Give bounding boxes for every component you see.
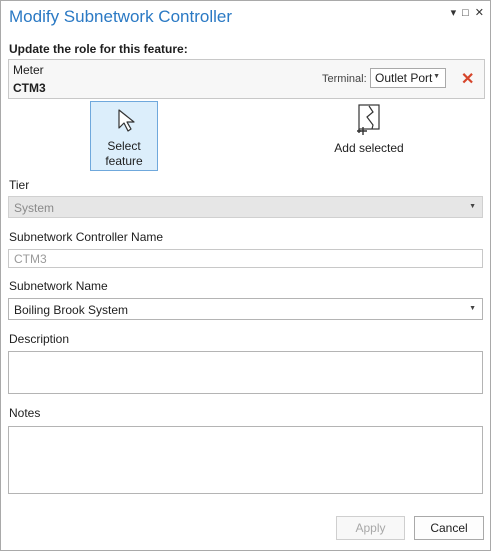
- feature-type: Meter: [13, 63, 44, 77]
- cursor-arrow-icon: [118, 109, 135, 132]
- remove-feature-button[interactable]: ✕: [461, 69, 474, 89]
- subnetwork-name-label: Subnetwork Name: [9, 279, 108, 293]
- terminal-label: Terminal:: [322, 73, 367, 85]
- controller-name-value: CTM3: [14, 252, 47, 266]
- cancel-button[interactable]: Cancel: [414, 516, 484, 540]
- chevron-down-icon: ▼: [469, 203, 476, 210]
- select-feature-label: Select feature: [105, 139, 143, 168]
- chevron-down-icon: ▼: [469, 305, 476, 312]
- select-feature-button[interactable]: Select feature: [90, 101, 158, 171]
- terminal-dropdown[interactable]: Outlet Port ▼: [370, 68, 446, 88]
- tier-label: Tier: [9, 178, 30, 192]
- description-input[interactable]: [8, 351, 483, 394]
- add-selected-label: Add selected: [334, 141, 404, 155]
- subnetwork-name-dropdown[interactable]: Boiling Brook System ▼: [8, 298, 483, 320]
- pane-title: Modify Subnetwork Controller: [9, 7, 232, 26]
- controller-name-field: CTM3: [8, 249, 483, 268]
- terminal-value: Outlet Port: [375, 71, 433, 85]
- window-controls: ▾ □ ✕: [451, 7, 484, 19]
- add-selected-icon: [357, 104, 380, 135]
- notes-label: Notes: [9, 406, 41, 420]
- modify-subnetwork-controller-pane: Modify Subnetwork Controller ▾ □ ✕ Updat…: [0, 0, 491, 551]
- feature-row: Meter CTM3 Terminal: Outlet Port ▼ ✕: [8, 59, 485, 99]
- subnetwork-name-value: Boiling Brook System: [14, 303, 129, 317]
- apply-button[interactable]: Apply: [336, 516, 405, 540]
- chevron-down-icon: ▼: [433, 73, 440, 80]
- update-role-prompt: Update the role for this feature:: [9, 42, 188, 56]
- maximize-icon[interactable]: □: [462, 7, 469, 19]
- close-icon[interactable]: ✕: [475, 7, 484, 19]
- controller-name-label: Subnetwork Controller Name: [9, 230, 164, 244]
- tier-dropdown: System ▼: [8, 196, 483, 218]
- feature-id: CTM3: [13, 81, 46, 95]
- notes-input[interactable]: [8, 426, 483, 494]
- add-selected-button[interactable]: Add selected: [331, 101, 407, 161]
- options-dropdown-icon[interactable]: ▾: [451, 7, 457, 19]
- tier-value: System: [14, 201, 55, 215]
- description-label: Description: [9, 332, 70, 346]
